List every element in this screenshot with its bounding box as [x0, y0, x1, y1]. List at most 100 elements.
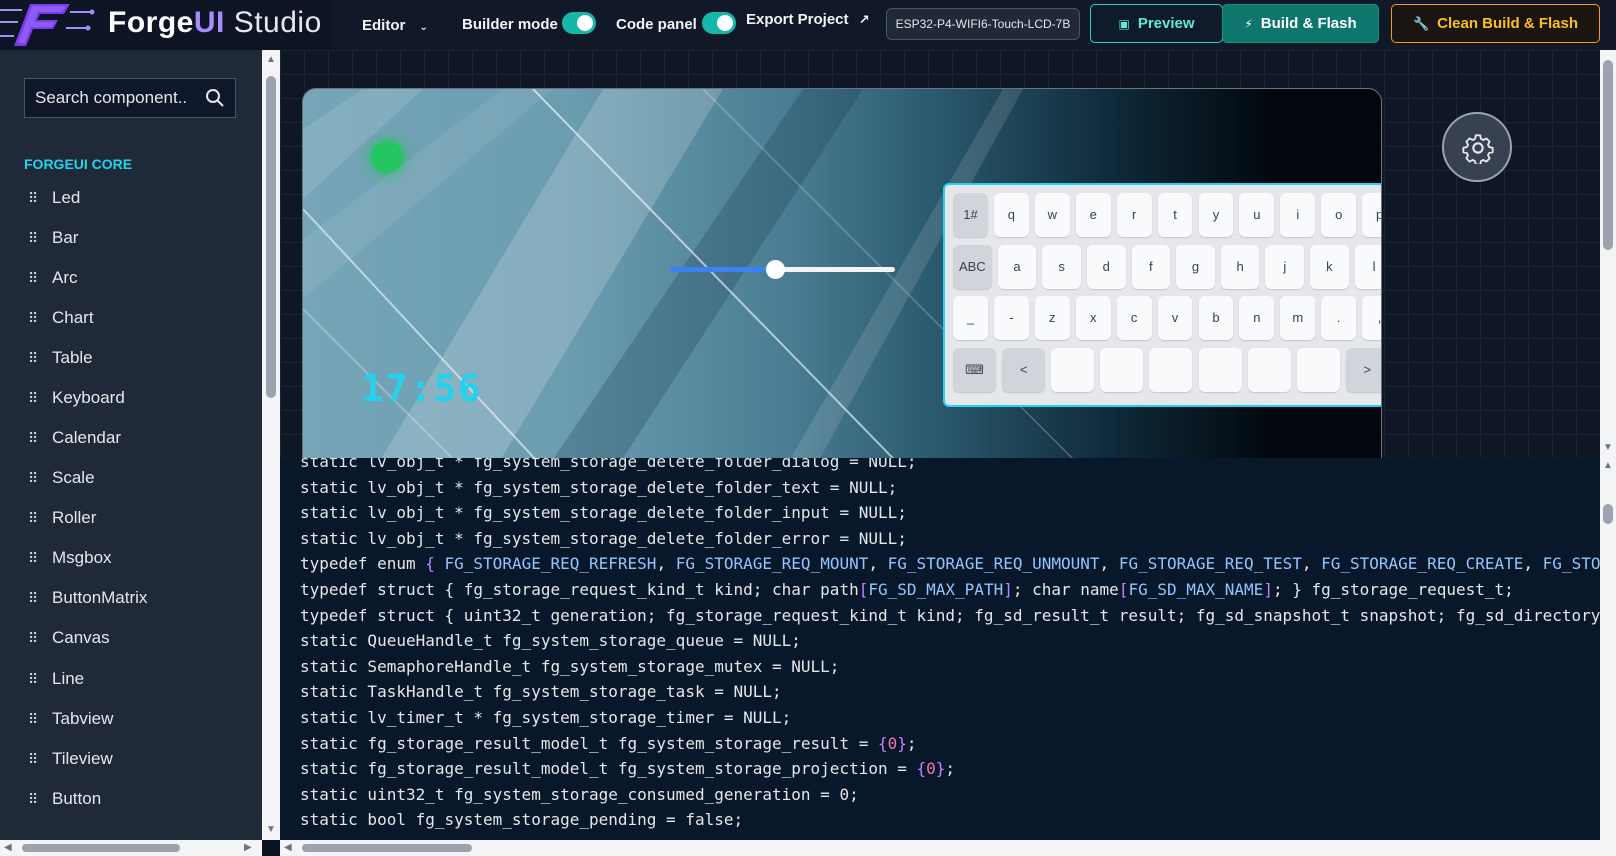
- keyboard-key[interactable]: [1247, 348, 1291, 392]
- keyboard-key[interactable]: i: [1280, 193, 1316, 237]
- keyboard-key[interactable]: >: [1345, 348, 1381, 392]
- component-item-roller[interactable]: ⠿ Roller: [28, 503, 248, 533]
- code-line: static uint32_t fg_system_storage_consum…: [300, 784, 859, 804]
- keyboard-key[interactable]: [1198, 348, 1242, 392]
- keyboard-key[interactable]: 1#: [953, 193, 988, 237]
- code-line: static SemaphoreHandle_t fg_system_stora…: [300, 656, 840, 676]
- component-item-tabview[interactable]: ⠿ Tabview: [28, 704, 248, 734]
- keyboard-key[interactable]: .: [1321, 296, 1357, 340]
- editor-menu[interactable]: Editor ⌄: [362, 17, 428, 34]
- keyboard-key[interactable]: l: [1354, 245, 1381, 289]
- keyboard-key[interactable]: u: [1239, 193, 1275, 237]
- keyboard-key[interactable]: k: [1310, 245, 1349, 289]
- forgeui-studio-app: ForgeUI Studio Editor ⌄ Builder mode Cod…: [0, 0, 1616, 856]
- scroll-left-arrow-icon[interactable]: ◀: [4, 842, 12, 854]
- scroll-up-arrow-icon[interactable]: ▲: [266, 54, 276, 66]
- keyboard-key[interactable]: s: [1042, 245, 1081, 289]
- code-vertical-scrollbar[interactable]: ▲: [1600, 458, 1616, 840]
- keyboard-key[interactable]: b: [1198, 296, 1234, 340]
- component-item-scale[interactable]: ⠿ Scale: [28, 463, 248, 493]
- keyboard-key[interactable]: y: [1198, 193, 1234, 237]
- code-hscroll-thumb[interactable]: [302, 844, 472, 852]
- code-panel-label: Code panel: [616, 16, 697, 33]
- keyboard-widget[interactable]: 1#qwertyuiop⌫ABCasdfghjkl↵_-zxcvbnm.,:⌨<…: [943, 183, 1381, 407]
- led-widget[interactable]: [371, 141, 403, 173]
- keyboard-key[interactable]: o: [1321, 193, 1357, 237]
- device-select[interactable]: ESP32-P4-WIFI6-Touch-LCD-7B: [886, 8, 1080, 40]
- component-item-label: Tileview: [52, 749, 113, 768]
- component-item-canvas[interactable]: ⠿ Canvas: [28, 623, 248, 653]
- component-item-chart[interactable]: ⠿ Chart: [28, 303, 248, 333]
- component-item-arc[interactable]: ⠿ Arc: [28, 263, 248, 293]
- keyboard-key[interactable]: h: [1220, 245, 1260, 289]
- sidebar-scroll-thumb[interactable]: [266, 76, 276, 398]
- keyboard-key[interactable]: r: [1116, 193, 1152, 237]
- keyboard-key[interactable]: e: [1075, 193, 1111, 237]
- settings-button[interactable]: [1442, 112, 1512, 182]
- search-input[interactable]: [35, 79, 195, 117]
- component-item-led[interactable]: ⠿ Led: [28, 183, 248, 213]
- component-item-bar[interactable]: ⠿ Bar: [28, 223, 248, 253]
- keyboard-key[interactable]: t: [1157, 193, 1193, 237]
- preview-button[interactable]: ▣ Preview: [1090, 4, 1223, 43]
- keyboard-key[interactable]: [1100, 348, 1144, 392]
- device-screen[interactable]: 17:56 1#qwertyuiop⌫ABCasdfghjkl↵_-zxcvbn…: [302, 88, 1382, 458]
- keyboard-key[interactable]: ,: [1362, 296, 1381, 340]
- keyboard-key[interactable]: ABC: [953, 245, 992, 289]
- scroll-up-arrow-icon[interactable]: ▲: [1603, 460, 1613, 472]
- build-flash-button[interactable]: ⚡ Build & Flash: [1222, 4, 1379, 43]
- canvas-vertical-scrollbar[interactable]: ▼: [1600, 50, 1616, 458]
- slider-widget[interactable]: [669, 259, 895, 279]
- component-item-line[interactable]: ⠿ Line: [28, 664, 248, 694]
- builder-mode-toggle[interactable]: [562, 12, 596, 34]
- bolt-icon: ⚡: [1244, 17, 1253, 31]
- keyboard-key[interactable]: w: [1034, 193, 1070, 237]
- keyboard-key[interactable]: v: [1157, 296, 1193, 340]
- sidebar-vertical-scrollbar[interactable]: ▲ ▼: [262, 50, 280, 840]
- scroll-right-arrow-icon[interactable]: ▶: [244, 842, 252, 854]
- keyboard-key[interactable]: _: [953, 296, 988, 340]
- search-icon[interactable]: [205, 88, 225, 108]
- code-panel[interactable]: static lv_obj_t * fg_system_storage_dele…: [280, 458, 1600, 840]
- code-panel-toggle[interactable]: [702, 12, 736, 34]
- keyboard-key[interactable]: j: [1265, 245, 1305, 289]
- keyboard-key[interactable]: m: [1280, 296, 1316, 340]
- component-item-keyboard[interactable]: ⠿ Keyboard: [28, 383, 248, 413]
- scroll-down-arrow-icon[interactable]: ▼: [266, 824, 276, 836]
- export-project-link[interactable]: Export Project ↗: [746, 11, 870, 28]
- keyboard-key[interactable]: -: [993, 296, 1029, 340]
- keyboard-key[interactable]: <: [1002, 348, 1046, 392]
- keyboard-key[interactable]: c: [1116, 296, 1152, 340]
- component-item-buttonmatrix[interactable]: ⠿ ButtonMatrix: [28, 583, 248, 613]
- keyboard-key[interactable]: x: [1075, 296, 1111, 340]
- keyboard-key[interactable]: [1051, 348, 1095, 392]
- keyboard-key[interactable]: f: [1131, 245, 1171, 289]
- keyboard-key[interactable]: z: [1034, 296, 1070, 340]
- keyboard-key[interactable]: g: [1176, 245, 1215, 289]
- component-item-calendar[interactable]: ⠿ Calendar: [28, 423, 248, 453]
- scroll-down-arrow-icon[interactable]: ▼: [1603, 442, 1613, 454]
- component-item-table[interactable]: ⠿ Table: [28, 343, 248, 373]
- keyboard-key[interactable]: a: [997, 245, 1037, 289]
- keyboard-key[interactable]: [1149, 348, 1193, 392]
- component-item-button[interactable]: ⠿ Button: [28, 784, 248, 814]
- design-canvas[interactable]: 17:56 1#qwertyuiop⌫ABCasdfghjkl↵_-zxcvbn…: [280, 50, 1600, 458]
- keyboard-key[interactable]: d: [1086, 245, 1126, 289]
- keyboard-key[interactable]: n: [1239, 296, 1275, 340]
- clean-build-flash-button[interactable]: 🔧 Clean Build & Flash: [1391, 4, 1600, 43]
- component-item-tileview[interactable]: ⠿ Tileview: [28, 744, 248, 774]
- code-horizontal-scrollbar[interactable]: ◀: [280, 840, 1600, 856]
- export-project-label: Export Project: [746, 11, 849, 28]
- code-scroll-thumb[interactable]: [1603, 504, 1613, 524]
- sidebar-hscroll-thumb[interactable]: [22, 844, 180, 852]
- keyboard-key[interactable]: [1296, 348, 1340, 392]
- keyboard-key[interactable]: p: [1362, 193, 1381, 237]
- clock-label[interactable]: 17:56: [361, 367, 482, 410]
- sidebar-horizontal-scrollbar[interactable]: ◀ ▶: [0, 840, 262, 856]
- keyboard-key[interactable]: ⌨: [953, 348, 997, 392]
- canvas-scroll-thumb[interactable]: [1603, 60, 1613, 250]
- keyboard-key[interactable]: q: [993, 193, 1029, 237]
- scroll-left-arrow-icon[interactable]: ◀: [284, 842, 292, 854]
- component-item-msgbox[interactable]: ⠿ Msgbox: [28, 543, 248, 573]
- slider-knob[interactable]: [766, 260, 786, 279]
